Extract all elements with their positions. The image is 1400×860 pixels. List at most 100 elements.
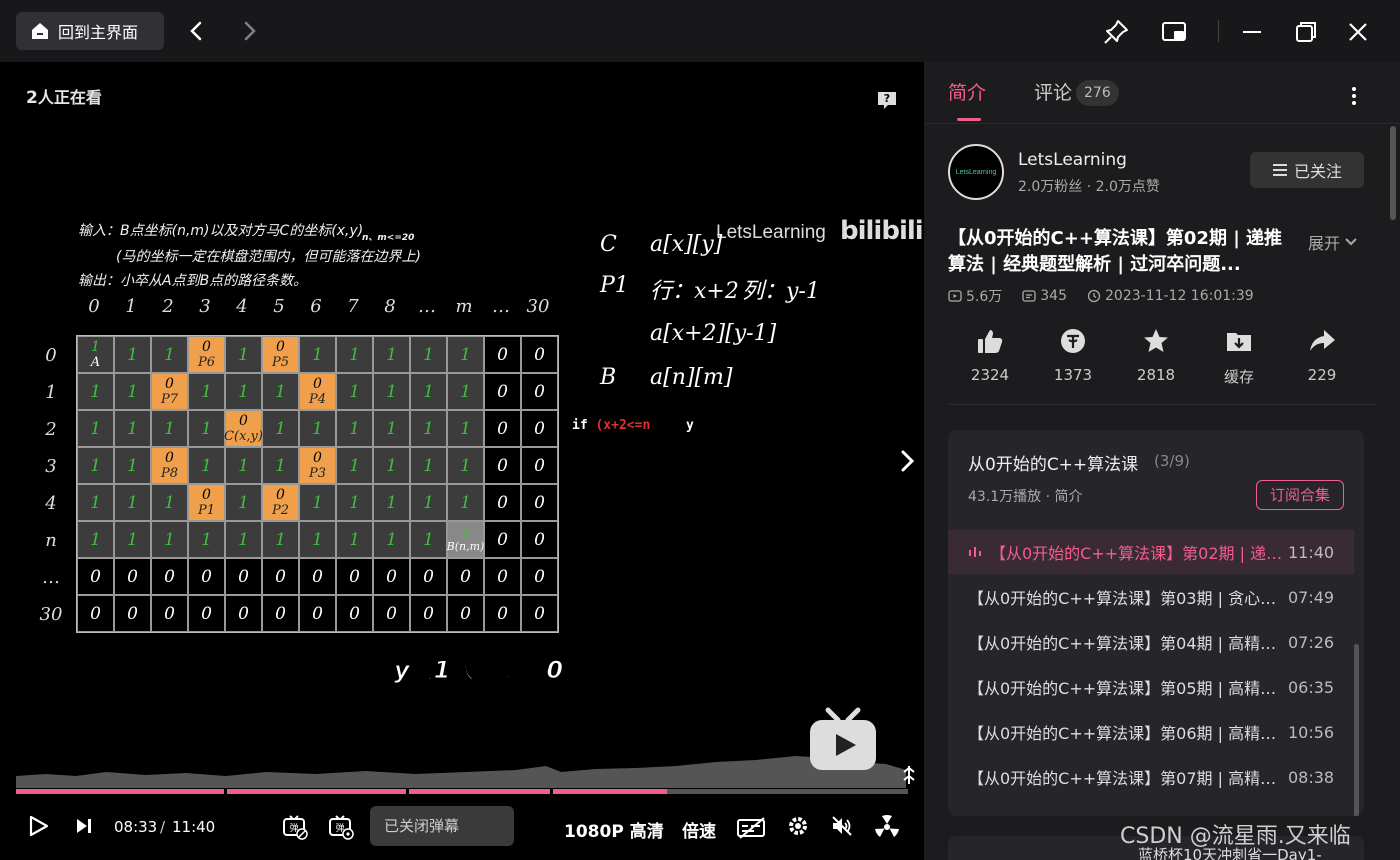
speed-button[interactable]: 倍速 — [682, 817, 716, 842]
grid-cell: 1 — [373, 521, 410, 558]
feedback-icon[interactable]: ? — [876, 90, 898, 110]
grid-cell: 1 — [373, 410, 410, 447]
favorite-button[interactable]: 2818 — [1126, 326, 1186, 384]
grid-cell: 0 — [521, 336, 558, 373]
mini-player-icon[interactable] — [1160, 18, 1188, 46]
eq-p1-row: 行：x+2 — [650, 279, 739, 304]
like-button[interactable]: 2324 — [960, 326, 1020, 384]
danmaku-settings-icon[interactable]: 弹 — [328, 814, 354, 840]
grid-cell: 0 — [484, 484, 521, 521]
video-player[interactable]: 2人正在看 ? 输入：B点坐标(n,m)以及对方马C的坐标(x,y) n、m<=… — [0, 62, 924, 860]
grid-cell: 1 — [373, 484, 410, 521]
episode-item[interactable]: 【从0开始的C++算法课】第05期 | 高精度减法 06:35 — [948, 665, 1354, 709]
channel-watermark: LetsLearning — [716, 222, 826, 243]
danmaku-toggle-icon[interactable]: 弹 — [282, 814, 308, 840]
grid-cell: 1 — [410, 336, 447, 373]
episode-item[interactable]: 【从0开始的C++算法课】第02期 | 递推算法 11:40 — [948, 530, 1354, 574]
like-count: 2324 — [970, 366, 1010, 384]
progress-handle-icon[interactable] — [902, 764, 916, 786]
settings-gear-icon[interactable] — [786, 814, 810, 838]
grid-cell: 1 — [336, 373, 373, 410]
grid-col-header: 5 — [273, 296, 285, 317]
episode-item[interactable]: 【从0开始的C++算法课】第04期 | 高精度加法 07:26 — [948, 620, 1354, 664]
next-video-chevron-icon[interactable] — [896, 448, 918, 474]
grid-cell: 0 — [521, 595, 558, 632]
cell-label: C(x,y) — [224, 428, 263, 444]
active-tab-indicator — [957, 118, 981, 121]
cell-label: P5 — [271, 354, 290, 370]
grid-cell: 1 — [225, 336, 262, 373]
grid-cell: 1 — [447, 447, 484, 484]
coin-button[interactable]: 1373 — [1043, 326, 1103, 384]
list-icon — [1272, 164, 1287, 176]
grid-cell: 0 — [410, 595, 447, 632]
quality-button[interactable]: 1080P 高清 — [564, 817, 664, 842]
grid-cell: 0 — [484, 521, 521, 558]
expand-button[interactable]: 展开 — [1308, 230, 1358, 254]
grid-cell: 0 — [188, 595, 225, 632]
play-icon[interactable] — [26, 814, 50, 838]
tab-intro[interactable]: 简介 — [948, 78, 986, 105]
grid-cell: 1 — [410, 373, 447, 410]
forward-arrow-icon[interactable] — [236, 18, 262, 44]
grid-cell: 1 — [114, 373, 151, 410]
grid-col-header: 3 — [199, 296, 211, 317]
more-options-icon[interactable] — [1346, 84, 1362, 108]
cache-label: 缓存 — [1223, 368, 1254, 386]
collection-title[interactable]: 从0开始的C++算法课 — [968, 450, 1138, 475]
subtitle-icon[interactable] — [736, 816, 768, 840]
bilibili-tv-icon — [810, 707, 876, 770]
episode-item[interactable]: 【从0开始的C++算法课】第06期 | 高精度乘法 10:56 — [948, 710, 1354, 754]
eq-c-label: C — [600, 232, 617, 257]
grid-col-header: 4 — [236, 296, 248, 317]
cell-label: P3 — [308, 465, 327, 481]
pin-icon[interactable] — [1102, 18, 1130, 46]
episode-item[interactable]: 【从0开始的C++算法课】第07期 | 高精度除法 08:38 — [948, 755, 1354, 799]
grid-cell: 0 — [262, 558, 299, 595]
next-episode-icon[interactable] — [74, 816, 94, 836]
progress-bar[interactable] — [16, 789, 908, 794]
grid-row-header: 0 — [45, 345, 57, 366]
cell-label: P7 — [160, 391, 179, 407]
panel-scrollbar[interactable] — [1390, 126, 1396, 220]
volume-muted-icon[interactable] — [830, 814, 854, 838]
episode-title: 【从0开始的C++算法课】第02期 | 递推算法 — [990, 544, 1284, 563]
tab-comments[interactable]: 评论 — [1034, 78, 1072, 105]
coin-count: 1373 — [1053, 366, 1093, 384]
close-icon[interactable] — [1344, 18, 1372, 46]
danmaku-count-icon — [1022, 290, 1036, 302]
play-count-icon — [948, 290, 962, 302]
grid-cell: 1 — [77, 521, 114, 558]
grid-cell: 1 — [410, 447, 447, 484]
episode-duration: 08:38 — [1288, 767, 1335, 787]
share-button[interactable]: 229 — [1292, 326, 1352, 384]
grid-cell: 1 — [373, 373, 410, 410]
subscribe-collection-button[interactable]: 订阅合集 — [1256, 480, 1344, 510]
episode-duration: 07:26 — [1288, 632, 1335, 652]
episode-list-scrollbar[interactable] — [1354, 644, 1359, 816]
episode-item[interactable]: 【从0开始的C++算法课】第03期 | 贪心算法 07:49 — [948, 575, 1354, 619]
cache-button[interactable]: 缓存 — [1209, 326, 1269, 387]
grid-cell: 0 — [484, 558, 521, 595]
minimize-icon[interactable] — [1238, 18, 1266, 46]
fullscreen-mode-icon[interactable] — [874, 814, 900, 840]
grid-cell: 0 — [521, 410, 558, 447]
grid-cell-blocked: 0 P5 — [262, 336, 299, 373]
grid-cell: 1 — [151, 336, 188, 373]
grid-cell: 0 — [521, 373, 558, 410]
now-playing-icon — [969, 547, 981, 557]
restore-icon[interactable] — [1292, 18, 1320, 46]
grid-row-header: … — [42, 567, 60, 588]
grid-cell: 0 — [225, 595, 262, 632]
uploader-avatar[interactable]: LetsLearning — [948, 144, 1004, 200]
uploader-name[interactable]: LetsLearning — [1018, 150, 1127, 170]
cell-label: P8 — [160, 465, 179, 481]
back-arrow-icon[interactable] — [184, 18, 210, 44]
home-button[interactable]: 回到主界面 — [16, 12, 164, 50]
grid-cell-blocked: 0 P7 — [151, 373, 188, 410]
grid-cell: 1 — [77, 410, 114, 447]
collection-progress: (3/9) — [1154, 452, 1190, 470]
code-snippet: if (x+2<=n — [572, 418, 650, 433]
followed-button[interactable]: 已关注 — [1250, 152, 1364, 188]
danmaku-input[interactable]: 已关闭弹幕 — [370, 806, 514, 846]
